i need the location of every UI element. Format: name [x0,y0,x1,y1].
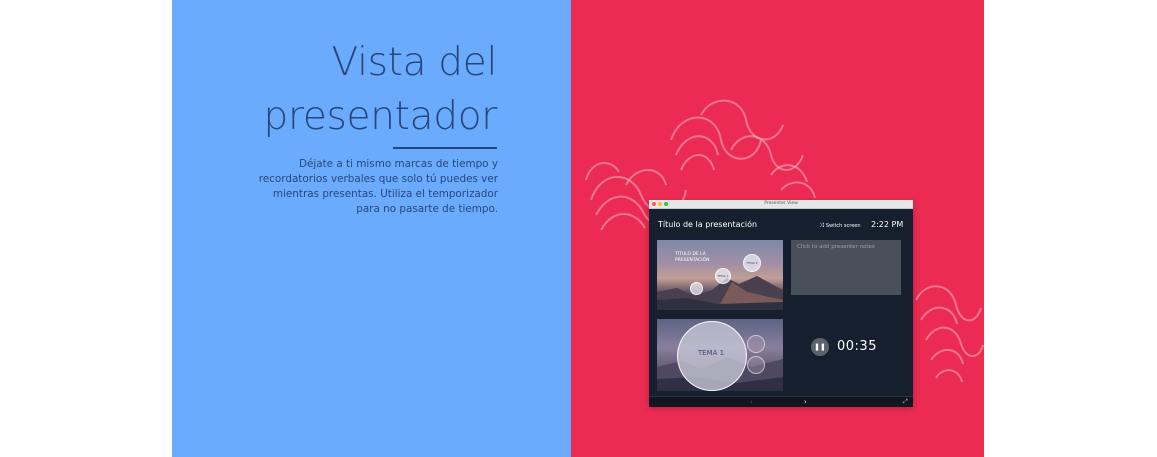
right-panel: Presenter View Título de la presentación… [571,0,984,457]
expand-icon[interactable]: ⤢ [903,397,908,407]
topic-bubble: TEMA 2 [743,254,761,272]
description-line: para no pasarte de tiempo. [356,203,498,215]
switch-screen-button[interactable]: ⤨ Switch screen [819,222,861,230]
switch-screen-label: Switch screen [825,223,861,229]
presenter-notes-field[interactable]: Click to add presenter notes [791,240,901,295]
topic-bubble-label: TEMA 2 [746,261,758,265]
topic-label: TEMA 1 [697,349,725,357]
page-title: Vista del presentador [177,36,498,144]
slide-title: TÍTULO DE LA PRESENTACIÓN [675,252,710,263]
pause-button[interactable]: ❚❚ [811,338,829,356]
pause-icon: ❚❚ [814,343,826,351]
topic-bubble [690,282,703,295]
page-title-line-2: presentador [263,94,498,139]
navigation-bar: ‹ › ⤢ [649,396,913,407]
topic-bubble: TEMA 1 [715,268,731,284]
sub-topic-bubble [747,335,765,353]
presenter-view-window: Presenter View Título de la presentación… [649,200,913,407]
window-title: Presenter View [764,201,798,206]
window-titlebar: Presenter View [649,200,913,209]
description-line: recordatorios verbales que solo tú puede… [258,173,498,185]
sub-topic-bubble [747,356,765,374]
topic-bubble-label: TEMA 1 [717,274,729,278]
clock: 2:22 PM [871,220,904,229]
chevron-right-icon[interactable]: › [804,397,807,407]
title-divider [393,147,497,149]
notes-placeholder: Click to add presenter notes [797,244,875,250]
current-slide-preview[interactable]: TÍTULO DE LA PRESENTACIÓN TEMA 2 TEMA 1 [657,240,783,310]
page-title-line-1: Vista del [331,40,498,85]
switch-screen-icon: ⤨ [819,222,824,229]
timer: 00:35 [837,339,877,354]
description-line: Déjate a ti mismo marcas de tiempo y [298,158,498,170]
left-panel: Vista del presentador Déjate a ti mismo … [172,0,571,457]
feature-description: Déjate a ti mismo marcas de tiempo y rec… [248,157,498,217]
presentation-title: Título de la presentación [658,220,758,229]
chevron-left-icon[interactable]: ‹ [750,397,753,407]
description-line: mientras presentas. Utiliza el temporiza… [272,188,498,200]
next-slide-preview[interactable]: TEMA 1 [657,319,783,391]
